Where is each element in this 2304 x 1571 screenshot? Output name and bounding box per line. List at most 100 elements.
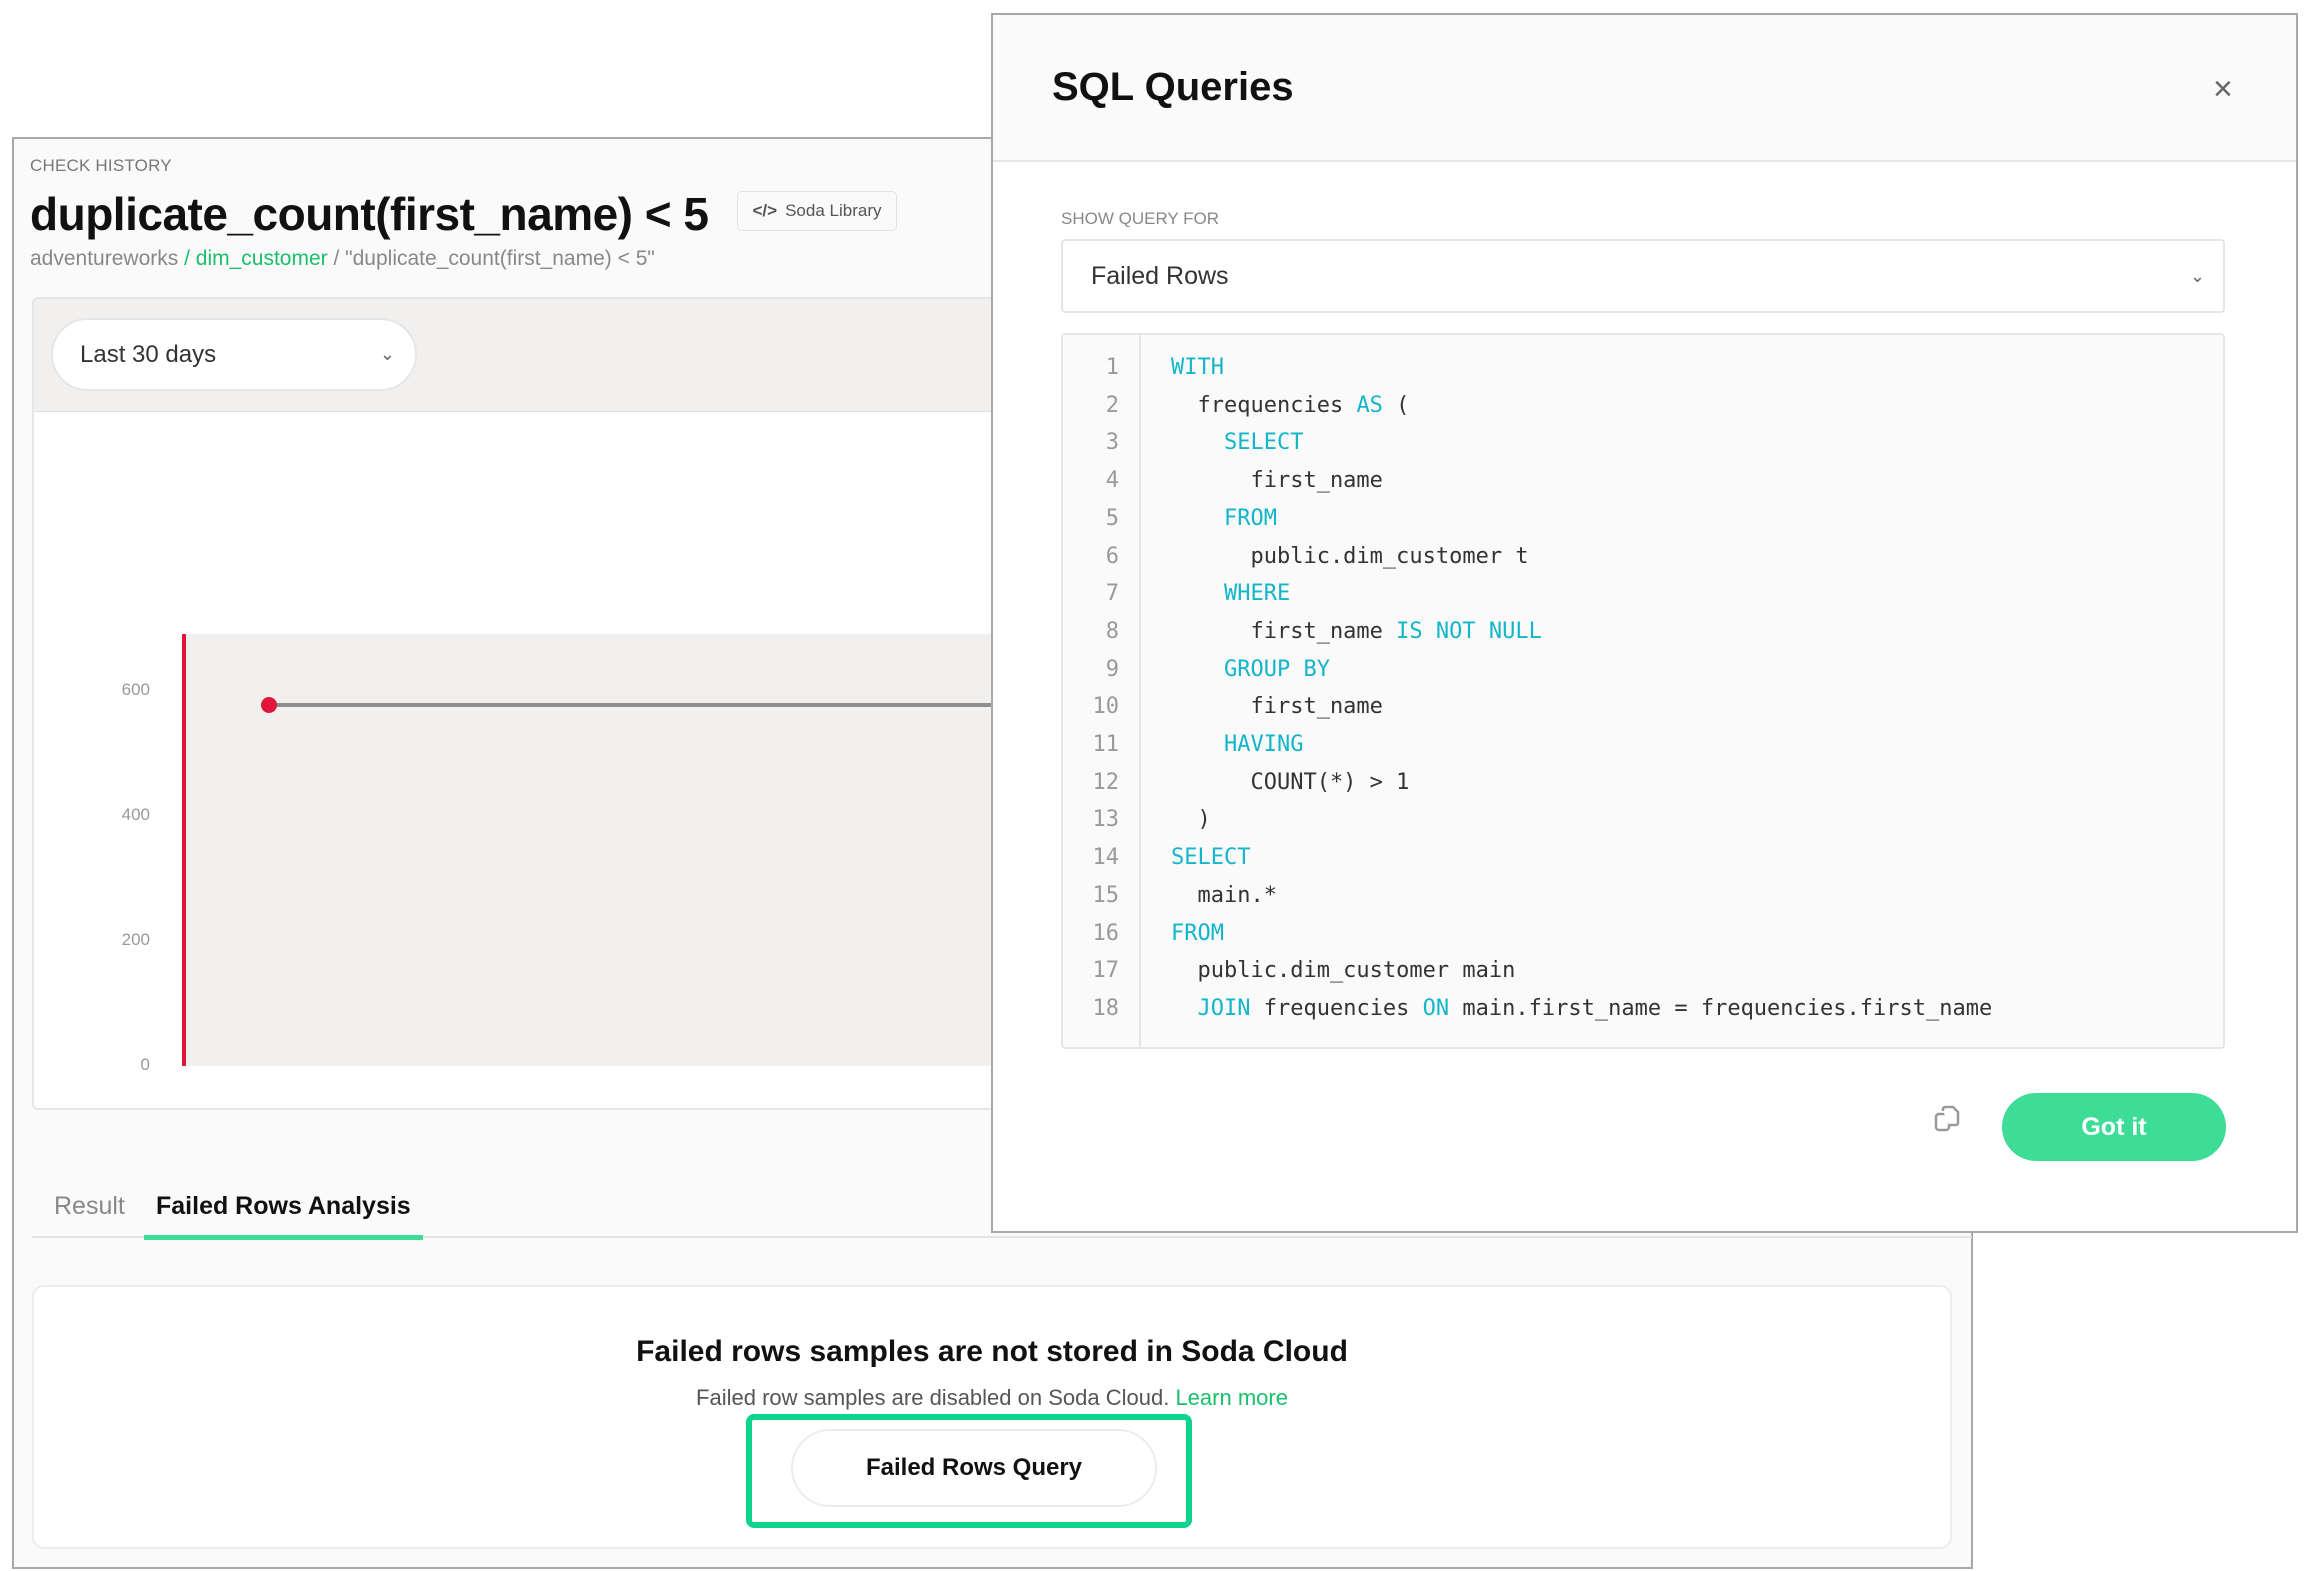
sql-keyword: JOIN	[1197, 995, 1251, 1021]
breadcrumb-check: "duplicate_count(first_name) < 5"	[345, 247, 655, 270]
sql-keyword: FROM	[1171, 920, 1224, 946]
code-line: main.*	[1171, 882, 1277, 908]
sql-keyword: IS NOT NULL	[1396, 618, 1542, 644]
line-number: 1	[1105, 355, 1119, 380]
breadcrumb-separator: /	[327, 247, 346, 270]
line-number: 15	[1092, 882, 1120, 908]
tab-failed-rows-analysis[interactable]: Failed Rows Analysis	[144, 1192, 423, 1240]
line-number: 10	[1092, 694, 1120, 720]
query-type-select[interactable]: Failed Rows ⌄	[1061, 239, 2225, 313]
breadcrumb: adventureworks / dim_customer / "duplica…	[30, 247, 655, 271]
line-number: 6	[1105, 543, 1119, 569]
line-number: 18	[1092, 995, 1120, 1021]
sql-keyword: GROUP BY	[1223, 656, 1330, 682]
line-number: 12	[1092, 769, 1120, 795]
line-number: 8	[1105, 618, 1119, 644]
modal-title: SQL Queries	[1052, 65, 1294, 109]
line-number: 7	[1105, 581, 1119, 607]
date-range-value: Last 30 days	[80, 340, 217, 368]
code-line: GROUP BY	[1171, 657, 1330, 682]
code-line: COUNT(*) > 1	[1171, 770, 1409, 795]
sql-text: first_name	[1171, 618, 1397, 644]
sql-keyword: FROM	[1223, 505, 1277, 531]
chevron-down-icon: ⌄	[2189, 265, 2205, 286]
failed-rows-card: Failed rows samples are not stored in So…	[32, 1285, 1952, 1549]
sql-keyword: ON	[1422, 995, 1450, 1021]
line-number: 5	[1105, 505, 1119, 531]
line-number: 16	[1092, 920, 1120, 946]
sql-text: public.dim_customer t	[1171, 543, 1529, 569]
description-text: Failed row samples are disabled on Soda …	[696, 1385, 1170, 1410]
sql-keyword: AS	[1356, 392, 1383, 418]
code-line: frequencies AS (	[1171, 393, 1409, 418]
close-icon[interactable]: ×	[2213, 70, 2233, 109]
failed-rows-description: Failed row samples are disabled on Soda …	[34, 1385, 1950, 1411]
code-line: first_name	[1171, 468, 1383, 494]
page-title: duplicate_count(first_name) < 5	[30, 188, 709, 240]
y-tick-label: 200	[121, 930, 150, 949]
code-line: WHERE	[1171, 581, 1290, 606]
sql-keyword: WHERE	[1223, 581, 1291, 607]
sql-text: (	[1382, 392, 1410, 418]
sql-text: COUNT(*) > 1	[1171, 769, 1410, 795]
line-number-gutter: 1 2 3 4 5 6 7 8 9 10 11 12 13 14 15 16 17 18	[1063, 335, 1141, 1047]
sql-text: )	[1171, 807, 1211, 833]
fail-marker-line	[182, 634, 186, 1066]
code-line: first_name IS NOT NULL	[1171, 618, 1542, 644]
modal-header: SQL Queries ×	[993, 15, 2296, 162]
code-line: SELECT	[1171, 430, 1303, 455]
sql-queries-modal: SQL Queries × SHOW QUERY FOR Failed Rows…	[991, 13, 2298, 1233]
sql-text: public.dim_customer main	[1171, 958, 1516, 984]
sql-text: frequencies	[1171, 392, 1357, 418]
code-line: public.dim_customer main	[1171, 958, 1515, 983]
tab-result[interactable]: Result	[54, 1192, 125, 1221]
code-line: JOIN frequencies ON main.first_name = fr…	[1171, 995, 1993, 1021]
query-type-value: Failed Rows	[1091, 261, 1229, 290]
code-line: )	[1171, 807, 1211, 833]
y-tick-label: 400	[121, 805, 150, 824]
line-number: 9	[1105, 656, 1119, 682]
sql-code-block[interactable]: 1 2 3 4 5 6 7 8 9 10 11 12 13 14 15 16 17 18 WITH frequen…	[1061, 333, 2225, 1049]
line-number: 13	[1092, 807, 1120, 833]
learn-more-link[interactable]: Learn more	[1175, 1385, 1288, 1410]
sql-keyword: SELECT	[1223, 430, 1304, 456]
chevron-down-icon: ⌄	[379, 344, 395, 364]
section-label: CHECK HISTORY	[30, 156, 172, 175]
breadcrumb-dataset[interactable]: dim_customer	[196, 247, 328, 270]
sql-text: first_name	[1171, 468, 1383, 494]
failed-rows-heading: Failed rows samples are not stored in So…	[636, 1335, 1348, 1368]
line-number: 4	[1105, 468, 1119, 494]
sql-text: main.first_name = frequencies.first_name	[1449, 995, 1993, 1021]
failed-rows-query-button[interactable]: Failed Rows Query	[791, 1429, 1157, 1507]
sql-keyword: SELECT	[1171, 845, 1251, 871]
line-number: 17	[1092, 958, 1120, 984]
breadcrumb-datasource[interactable]: adventureworks	[30, 247, 178, 270]
code-line: FROM	[1171, 506, 1277, 531]
sql-text: main.*	[1171, 882, 1277, 908]
sql-keyword: HAVING	[1223, 732, 1304, 757]
breadcrumb-separator: /	[178, 247, 196, 270]
show-query-label: SHOW QUERY FOR	[1061, 209, 1220, 228]
line-number: 14	[1092, 845, 1120, 871]
code-line: public.dim_customer t	[1171, 543, 1529, 569]
copy-icon[interactable]	[1933, 1105, 1961, 1138]
y-tick-label: 600	[121, 680, 150, 699]
line-number: 11	[1092, 732, 1120, 757]
badge-label: Soda Library	[785, 201, 882, 220]
code-line: FROM	[1171, 921, 1224, 946]
date-range-select[interactable]: Last 30 days ⌄	[51, 318, 417, 391]
soda-library-badge: </> Soda Library	[737, 191, 897, 231]
line-number: 2	[1105, 392, 1119, 418]
code-line: first_name	[1171, 694, 1382, 719]
code-line: SELECT	[1171, 845, 1250, 870]
line-number: 3	[1105, 430, 1119, 456]
sql-text: frequencies	[1250, 995, 1423, 1021]
got-it-button[interactable]: Got it	[2002, 1093, 2226, 1161]
code-line: HAVING	[1171, 732, 1303, 757]
